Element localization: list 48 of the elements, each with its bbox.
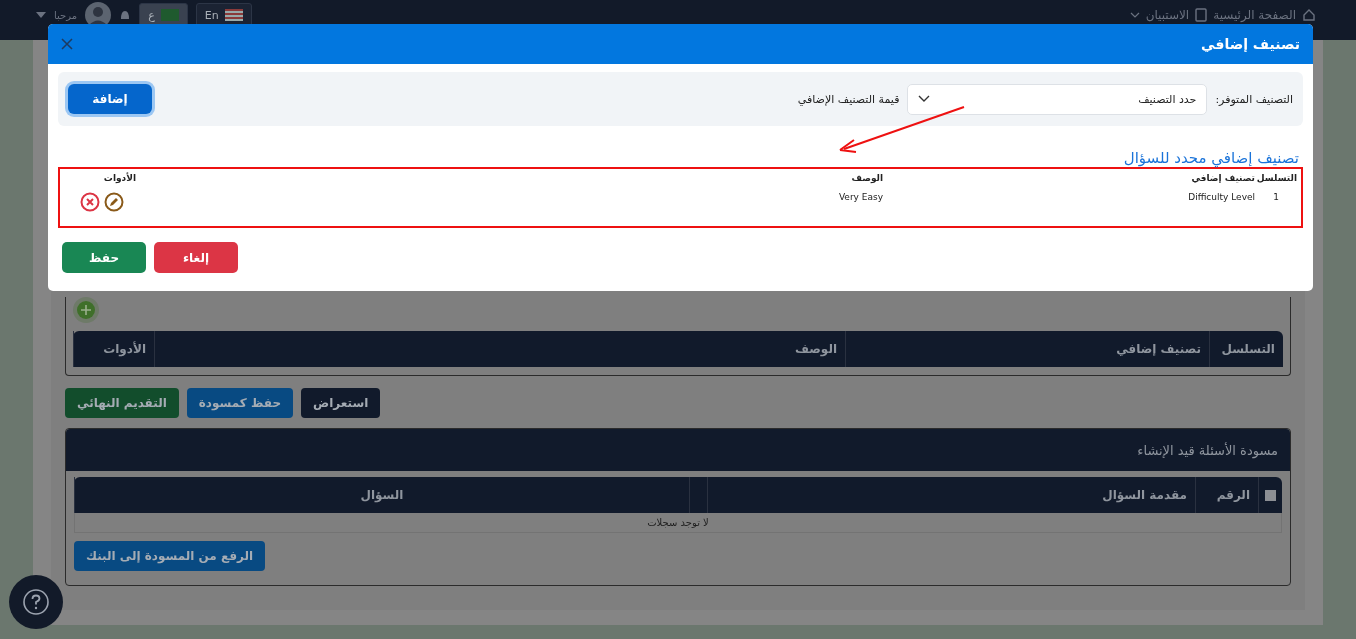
- flag-icon: [224, 9, 243, 21]
- add-icon[interactable]: [73, 297, 99, 323]
- delete-icon[interactable]: [80, 192, 100, 212]
- dialog-button[interactable]: إلغاء: [154, 242, 238, 273]
- table-header-cell-text: الأدوات: [102, 173, 136, 183]
- edit-icon[interactable]: [104, 192, 124, 212]
- field-label: التصنيف المتوفر:: [1215, 92, 1293, 106]
- add-button[interactable]: إضافة: [68, 84, 152, 114]
- table-header-cell: الأدوات: [73, 331, 154, 367]
- checkbox[interactable]: [1265, 489, 1276, 501]
- table-header-cell: مقدمة السؤال: [707, 477, 1195, 513]
- nav-link[interactable]: الصفحة الرئيسية: [1213, 8, 1296, 22]
- chevron-icon[interactable]: [1129, 11, 1140, 19]
- language-button[interactable]: ع: [139, 3, 188, 27]
- chevron-icon: [918, 95, 931, 103]
- panel-title: مسودة الأسئلة قيد الإنشاء: [66, 429, 1290, 471]
- close-icon[interactable]: [61, 38, 73, 50]
- action-button[interactable]: التقديم النهائي: [65, 388, 179, 418]
- table-header-cell-text: تصنيف إضافي: [1190, 173, 1255, 183]
- table-header-cell: تصنيف إضافي: [845, 331, 1209, 367]
- table-header-cell: الرقم: [1195, 477, 1258, 513]
- table-cell-text: 1: [1272, 192, 1280, 204]
- book-icon: [1195, 8, 1208, 22]
- table-header-cell: السؤال: [74, 477, 689, 513]
- field-label: قيمة التصنيف الإضافي: [797, 92, 900, 106]
- language-button[interactable]: En: [195, 3, 252, 27]
- table-header-cell: التسلسل: [1209, 331, 1283, 367]
- action-button[interactable]: حفظ كمسودة: [186, 388, 294, 418]
- section-title: تصنيف إضافي محدد للسؤال: [1123, 149, 1299, 167]
- upload-button[interactable]: الرفع من المسودة إلى البنك: [74, 541, 266, 571]
- home-icon[interactable]: [1302, 8, 1316, 22]
- category-select[interactable]: حدد التصنيف: [907, 83, 1208, 115]
- flag-icon: [160, 9, 179, 21]
- caret-icon[interactable]: [36, 12, 46, 18]
- dialog-title: تصنيف إضافي: [1201, 36, 1300, 52]
- nav-link[interactable]: الاستبيان: [1145, 8, 1190, 22]
- greeting-text: مرحبا: [54, 9, 78, 21]
- table-header-cell-text: الوصف: [850, 173, 883, 183]
- table-header-cell: التسلسل: [1255, 173, 1297, 183]
- table-header-cell: الوصف: [154, 331, 845, 367]
- question-icon: [22, 588, 50, 616]
- dialog-button[interactable]: حفظ: [62, 242, 146, 273]
- action-button[interactable]: استعراض: [301, 388, 381, 418]
- bell-icon[interactable]: [119, 9, 132, 21]
- help-button[interactable]: [9, 575, 63, 629]
- table-cell-text: Very Easy: [837, 192, 883, 204]
- table-cell-text: Difficulty Level: [1187, 192, 1255, 204]
- empty-message: لا توجد سجلات: [74, 513, 1282, 533]
